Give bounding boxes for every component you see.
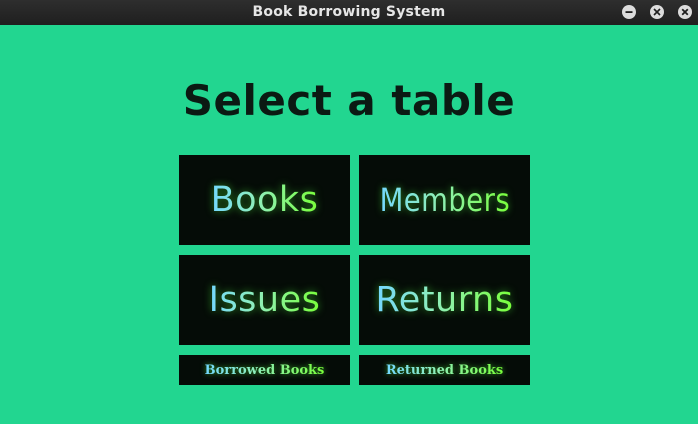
minimize-icon[interactable]: [622, 5, 636, 19]
issues-button[interactable]: Issues: [179, 255, 350, 345]
page-heading: Select a table: [182, 76, 516, 125]
borrowed-books-button[interactable]: Borrowed Books: [179, 355, 350, 385]
window-title: Book Borrowing System: [252, 4, 446, 20]
members-button-label: Members: [379, 181, 510, 219]
maximize-icon[interactable]: [650, 5, 664, 19]
returns-button[interactable]: Returns: [359, 255, 530, 345]
app-window: Book Borrowing System Select a table Boo…: [0, 0, 698, 424]
members-button[interactable]: Members: [359, 155, 530, 245]
returns-button-label: Returns: [375, 280, 514, 320]
title-bar[interactable]: Book Borrowing System: [0, 0, 698, 25]
issues-button-label: Issues: [208, 280, 321, 320]
close-icon[interactable]: [678, 5, 692, 19]
returned-books-button-label: Returned Books: [385, 362, 504, 378]
books-button[interactable]: Books: [179, 155, 350, 245]
returned-books-button[interactable]: Returned Books: [359, 355, 530, 385]
borrowed-books-button-label: Borrowed Books: [204, 362, 325, 378]
books-button-label: Books: [210, 180, 319, 220]
